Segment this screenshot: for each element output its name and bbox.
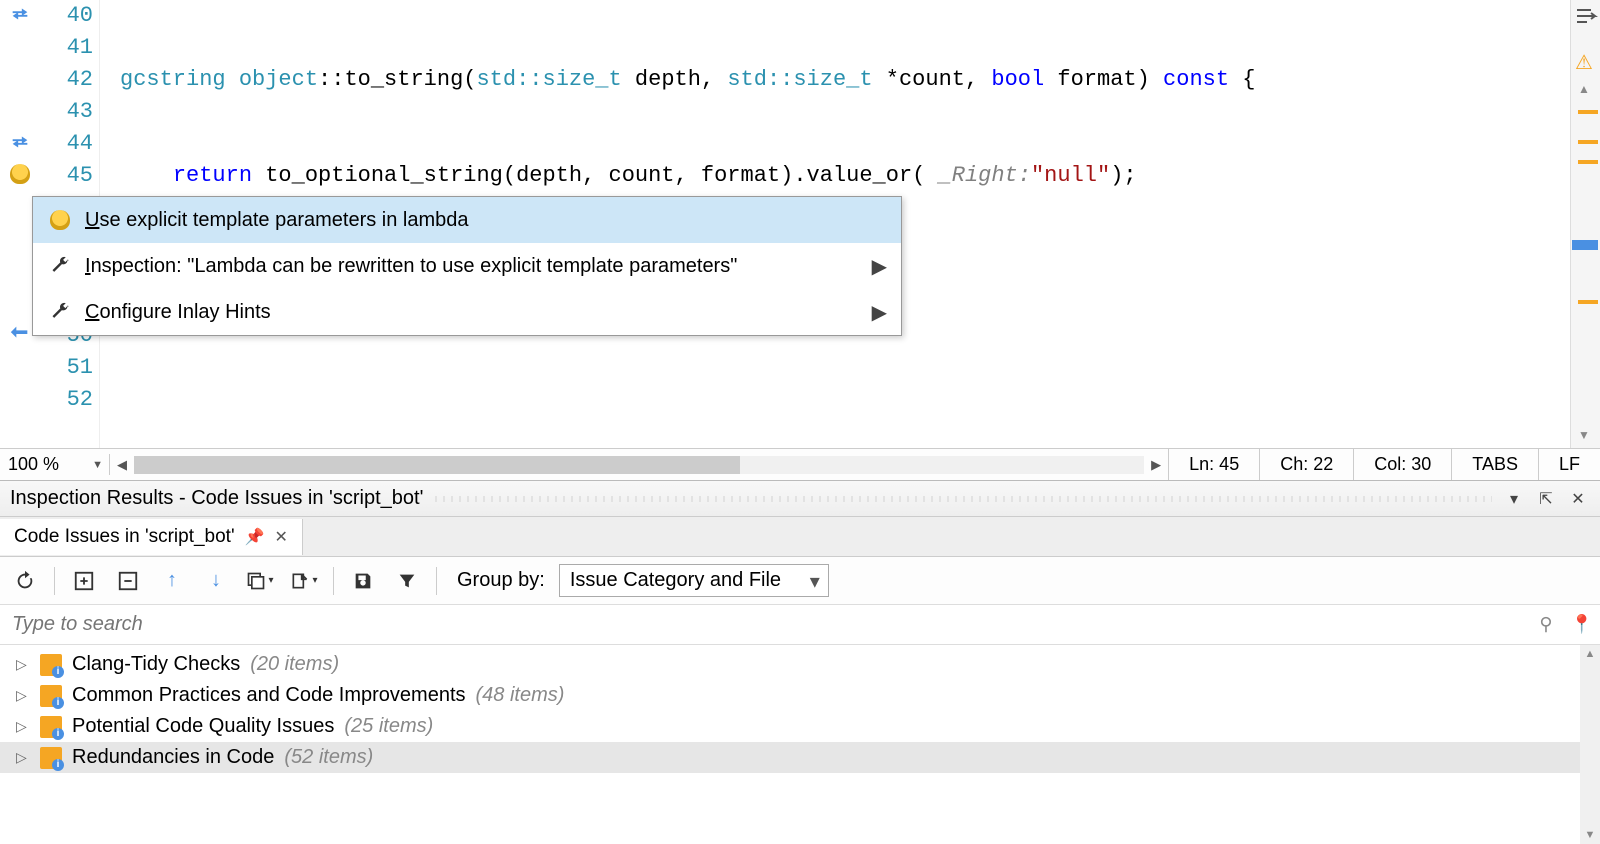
wrench-icon <box>47 299 73 325</box>
zoom-combo[interactable]: 100 %▼ <box>0 454 110 475</box>
search-options-icon[interactable]: ⚲ <box>1528 614 1564 635</box>
chevron-right-icon: ▶ <box>872 300 887 325</box>
search-pin-icon[interactable]: 📍 <box>1564 614 1600 635</box>
intention-actions-popup: Use explicit template parameters in lamb… <box>32 196 902 336</box>
panel-title-text: Inspection Results - Code Issues in 'scr… <box>10 487 423 510</box>
warning-icon[interactable]: ⚠ <box>1575 50 1593 75</box>
tree-row[interactable]: ▷ Redundancies in Code (52 items) <box>0 742 1600 773</box>
inspection-results-panel: Inspection Results - Code Issues in 'scr… <box>0 480 1600 844</box>
panel-toolbar: ↑ ↓ ▾ ▾ Group by: Issue Category and Fil… <box>0 557 1600 605</box>
scroll-right-icon[interactable]: ▶ <box>1144 449 1168 480</box>
editor-container: 40 41 42 43 44 45 50 51 52 gcstring obje… <box>0 0 1600 448</box>
panel-tab-strip: Code Issues in 'script_bot' 📌 ✕ <box>0 517 1600 557</box>
export-dropdown[interactable]: ▾ <box>289 566 319 596</box>
refresh-button[interactable] <box>10 566 40 596</box>
tree-row[interactable]: ▷ Potential Code Quality Issues (25 item… <box>0 711 1600 742</box>
intention-bulb-icon[interactable] <box>8 162 32 186</box>
prev-issue-button[interactable]: ↑ <box>157 566 187 596</box>
scroll-left-icon[interactable]: ◀ <box>110 449 134 480</box>
settings-dropdown[interactable]: ▾ <box>245 566 275 596</box>
status-col: Col: 30 <box>1353 449 1451 481</box>
expand-icon[interactable]: ▷ <box>16 718 27 735</box>
groupby-combo[interactable]: Issue Category and File <box>559 564 829 597</box>
wrench-icon <box>47 253 73 279</box>
intention-inspection-submenu[interactable]: Inspection: "Lambda can be rewritten to … <box>33 243 901 289</box>
folder-icon <box>40 747 62 769</box>
expand-all-button[interactable] <box>69 566 99 596</box>
editor-statusbar: 100 %▼ ◀ ▶ Ln: 45 Ch: 22 Col: 30 TABS LF <box>0 448 1600 480</box>
panel-title-bar[interactable]: Inspection Results - Code Issues in 'scr… <box>0 481 1600 517</box>
tab-code-issues[interactable]: Code Issues in 'script_bot' 📌 ✕ <box>0 519 303 555</box>
method-swap-marker[interactable] <box>8 130 32 154</box>
save-button[interactable] <box>348 566 378 596</box>
implements-marker[interactable] <box>8 322 32 346</box>
collapse-all-button[interactable] <box>113 566 143 596</box>
tree-row[interactable]: ▷ Clang-Tidy Checks (20 items) <box>0 649 1600 680</box>
intention-use-explicit-template[interactable]: Use explicit template parameters in lamb… <box>33 197 901 243</box>
status-line-ending[interactable]: LF <box>1538 449 1600 481</box>
panel-close-icon[interactable]: ✕ <box>1566 487 1590 511</box>
search-input[interactable] <box>0 607 1528 642</box>
results-tree[interactable]: ▷ Clang-Tidy Checks (20 items) ▷ Common … <box>0 645 1600 844</box>
line-wrap-icon[interactable] <box>1574 6 1598 29</box>
tree-row[interactable]: ▷ Common Practices and Code Improvements… <box>0 680 1600 711</box>
status-indent[interactable]: TABS <box>1451 449 1538 481</box>
horizontal-scrollbar[interactable]: ◀ ▶ <box>110 449 1168 480</box>
method-swap-marker[interactable] <box>8 2 32 26</box>
bulb-icon <box>47 207 73 233</box>
folder-icon <box>40 654 62 676</box>
folder-icon <box>40 716 62 738</box>
intention-configure-inlay-hints[interactable]: Configure Inlay Hints ▶ <box>33 289 901 335</box>
close-icon[interactable]: ✕ <box>275 527 288 547</box>
panel-dropdown-icon[interactable]: ▾ <box>1502 487 1526 511</box>
filter-button[interactable] <box>392 566 422 596</box>
pin-icon[interactable]: 📌 <box>245 527 265 547</box>
chevron-right-icon: ▶ <box>872 254 887 279</box>
status-line: Ln: 45 <box>1168 449 1259 481</box>
status-char: Ch: 22 <box>1259 449 1353 481</box>
panel-pin-icon[interactable]: ⇱ <box>1534 487 1558 511</box>
expand-icon[interactable]: ▷ <box>16 749 27 766</box>
next-issue-button[interactable]: ↓ <box>201 566 231 596</box>
search-row: ⚲ 📍 <box>0 605 1600 645</box>
expand-icon[interactable]: ▷ <box>16 687 27 704</box>
vertical-scrollbar[interactable]: ▲ ▼ <box>1580 645 1600 844</box>
groupby-label: Group by: <box>457 569 545 592</box>
expand-icon[interactable]: ▷ <box>16 656 27 673</box>
editor-marker-bar[interactable]: ⚠ ▲ ▼ <box>1570 0 1600 448</box>
folder-icon <box>40 685 62 707</box>
